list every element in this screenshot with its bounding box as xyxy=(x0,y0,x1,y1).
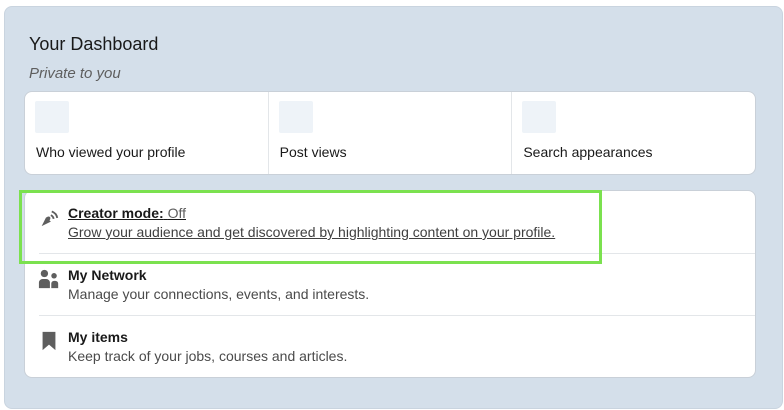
my-network-description: Manage your connections, events, and int… xyxy=(68,286,370,302)
dashboard-links-card: Creator mode: Off Grow your audience and… xyxy=(24,190,756,378)
stat-search-appearances[interactable]: Search appearances xyxy=(512,92,755,174)
broadcast-icon xyxy=(41,210,59,227)
dashboard-subtitle: Private to you xyxy=(29,65,121,82)
stat-label: Post views xyxy=(279,144,347,160)
my-items-link[interactable]: My items Keep track of your jobs, course… xyxy=(25,315,755,377)
stat-value-placeholder xyxy=(278,101,313,133)
stat-profile-viewers[interactable]: Who viewed your profile xyxy=(25,92,269,174)
stat-value-placeholder xyxy=(35,101,69,133)
my-items-description: Keep track of your jobs, courses and art… xyxy=(68,348,348,364)
bookmark-icon xyxy=(42,331,56,351)
dashboard-title: Your Dashboard xyxy=(29,34,159,54)
creator-mode-label: Creator mode: xyxy=(68,205,164,221)
my-items-title: My items xyxy=(68,329,128,345)
stat-label: Who viewed your profile xyxy=(36,144,186,160)
stat-post-views[interactable]: Post views xyxy=(269,92,513,174)
my-network-title: My Network xyxy=(68,267,147,283)
stats-card: Who viewed your profile Post views Searc… xyxy=(24,91,756,175)
my-network-link[interactable]: My Network Manage your connections, even… xyxy=(25,253,755,315)
people-icon xyxy=(38,269,59,289)
stat-label: Search appearances xyxy=(523,144,653,160)
creator-mode-title: Creator mode: Off xyxy=(68,205,186,221)
creator-mode-state: Off xyxy=(167,205,186,221)
creator-mode-description: Grow your audience and get discovered by… xyxy=(68,224,556,240)
creator-mode-link[interactable]: Creator mode: Off Grow your audience and… xyxy=(25,191,755,253)
stat-value-placeholder xyxy=(522,101,557,133)
